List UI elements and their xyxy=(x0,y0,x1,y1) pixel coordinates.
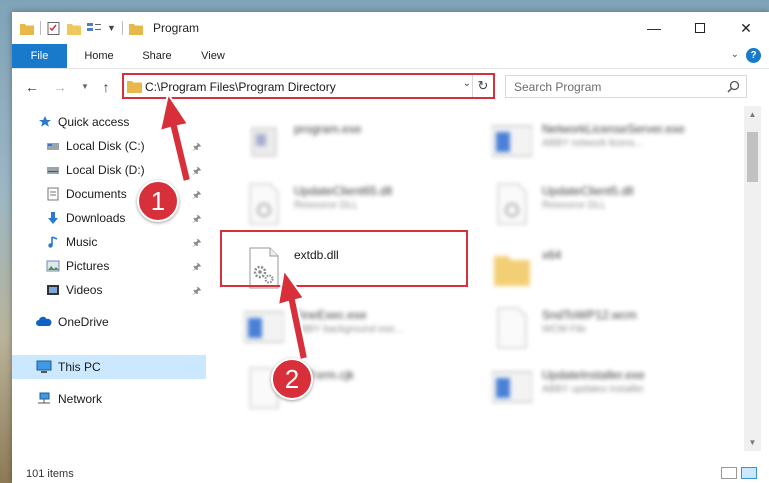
dll-file-icon xyxy=(497,183,527,225)
refresh-icon: ↻ xyxy=(477,78,489,93)
folder-icon xyxy=(494,256,530,286)
maximize-button[interactable] xyxy=(677,12,723,44)
list-item[interactable]: UpdateClient65.dll Resource DLL xyxy=(244,178,484,234)
nav-item-network[interactable]: Network xyxy=(12,387,206,411)
scrollbar-thumb[interactable] xyxy=(747,132,758,182)
properties-icon[interactable] xyxy=(47,21,61,35)
chevron-down-icon: ▼ xyxy=(81,82,89,91)
close-button[interactable]: ✕ xyxy=(723,12,769,44)
search-icon[interactable] xyxy=(727,80,740,93)
nav-item-onedrive[interactable]: OneDrive xyxy=(12,310,206,334)
star-icon xyxy=(39,116,51,127)
pin-icon[interactable]: 🖈 xyxy=(192,212,201,229)
highlight-box xyxy=(220,230,468,287)
music-icon xyxy=(48,236,58,248)
refresh-button[interactable]: ↻ xyxy=(472,75,493,97)
nav-item-this-pc[interactable]: This PC xyxy=(12,355,206,379)
minimize-icon: — xyxy=(647,20,661,36)
folder-icon xyxy=(20,23,34,35)
navigation-pane: Quick access Local Disk (C:) 🖈 Local Dis… xyxy=(12,106,206,451)
pin-icon[interactable]: 🖈 xyxy=(192,236,201,253)
new-folder-icon[interactable] xyxy=(67,22,81,35)
documents-icon xyxy=(47,187,59,201)
nav-item-quick-access[interactable]: Quick access xyxy=(12,110,206,134)
file-icon xyxy=(497,307,527,349)
videos-icon xyxy=(47,285,59,295)
tab-file[interactable]: File xyxy=(12,44,67,68)
item-count: 101 items xyxy=(26,468,74,480)
arrow-right-icon: → xyxy=(53,79,67,95)
nav-item-local-disk-d[interactable]: Local Disk (D:) 🖈 xyxy=(12,158,206,182)
step-badge-1: 1 xyxy=(137,180,179,222)
maximize-icon xyxy=(695,23,705,33)
exe-file-icon xyxy=(244,311,284,343)
minimize-button[interactable]: — xyxy=(631,12,677,44)
quick-access-toolbar: ▼ xyxy=(20,20,143,36)
pictures-icon xyxy=(46,260,60,272)
exe-file-icon xyxy=(492,371,532,403)
drive-icon xyxy=(47,143,59,150)
cloud-icon xyxy=(36,316,52,326)
list-item[interactable]: program.exe xyxy=(244,116,484,172)
tab-share[interactable]: Share xyxy=(132,44,182,68)
expand-ribbon-icon[interactable]: ⌄ xyxy=(731,49,739,60)
computer-icon xyxy=(36,360,52,373)
scroll-down-icon[interactable]: ▼ xyxy=(744,434,761,451)
up-button[interactable]: ↑ xyxy=(96,77,116,97)
folder-icon xyxy=(127,81,142,93)
nav-item-music[interactable]: Music 🖈 xyxy=(12,230,206,254)
folder-icon xyxy=(128,23,143,35)
window-title: Program xyxy=(153,21,200,35)
back-button[interactable]: ← xyxy=(22,77,42,97)
help-icon[interactable]: ? xyxy=(746,48,761,63)
divider xyxy=(40,21,41,35)
dll-file-icon xyxy=(249,183,279,225)
list-item[interactable]: NetworkLicenseServer.exe ABBY network li… xyxy=(492,116,732,172)
vertical-scrollbar[interactable]: ▲ ▼ xyxy=(744,106,761,451)
list-item[interactable]: UpdateClient5.dll Resource DLL xyxy=(492,178,732,234)
tab-view[interactable]: View xyxy=(190,44,236,68)
close-icon: ✕ xyxy=(740,19,752,36)
list-item[interactable]: SndToWP12.wcm WCM File xyxy=(492,302,732,358)
customize-icon[interactable] xyxy=(87,22,101,35)
exe-file-icon xyxy=(492,125,532,157)
scroll-up-icon[interactable]: ▲ xyxy=(744,106,761,123)
navigation-bar: ← → ▼ ↑ C:\Program Files\Program Directo… xyxy=(12,69,769,105)
tiles-view-icon[interactable] xyxy=(741,467,757,479)
nav-item-videos[interactable]: Videos 🖈 xyxy=(12,278,206,302)
pin-icon[interactable]: 🖈 xyxy=(192,260,201,277)
view-switcher xyxy=(721,467,757,479)
list-item[interactable]: x64 xyxy=(492,242,732,298)
ribbon-tabs: File Home Share View ⌄ ? xyxy=(12,44,769,69)
step-badge-2: 2 xyxy=(271,358,313,400)
pin-icon[interactable]: 🖈 xyxy=(192,164,201,181)
nav-item-local-disk-c[interactable]: Local Disk (C:) 🖈 xyxy=(12,134,206,158)
details-view-icon[interactable] xyxy=(721,467,737,479)
arrow-up-icon: ↑ xyxy=(102,79,110,95)
title-bar: ▼ Program — ✕ xyxy=(12,12,769,44)
status-bar: 101 items xyxy=(12,452,769,483)
drive-icon xyxy=(47,167,59,174)
download-icon xyxy=(48,212,58,224)
search-box[interactable]: Search Program xyxy=(505,75,747,98)
chevron-down-icon[interactable]: ▼ xyxy=(107,23,116,33)
address-path[interactable]: C:\Program Files\Program Directory xyxy=(145,80,336,94)
nav-item-pictures[interactable]: Pictures 🖈 xyxy=(12,254,206,278)
pin-icon[interactable]: 🖈 xyxy=(192,188,201,205)
search-input[interactable]: Search Program xyxy=(514,80,601,94)
chevron-down-icon[interactable]: ⌄ xyxy=(463,78,471,89)
address-bar[interactable]: C:\Program Files\Program Directory ⌄ ↻ xyxy=(122,73,495,99)
list-item[interactable]: FineExec.exe ABBY background exe... xyxy=(244,302,484,358)
forward-button[interactable]: → xyxy=(50,77,70,97)
divider xyxy=(121,21,123,35)
pin-icon[interactable]: 🖈 xyxy=(192,284,201,301)
recent-locations-button[interactable]: ▼ xyxy=(75,77,95,97)
list-item[interactable]: UpdateInstaller.exe ABBY updates install… xyxy=(492,362,732,418)
pin-icon[interactable]: 🖈 xyxy=(192,140,201,157)
tab-home[interactable]: Home xyxy=(74,44,124,68)
network-icon xyxy=(38,392,50,404)
exe-file-icon xyxy=(251,127,277,157)
arrow-left-icon: ← xyxy=(25,79,39,95)
